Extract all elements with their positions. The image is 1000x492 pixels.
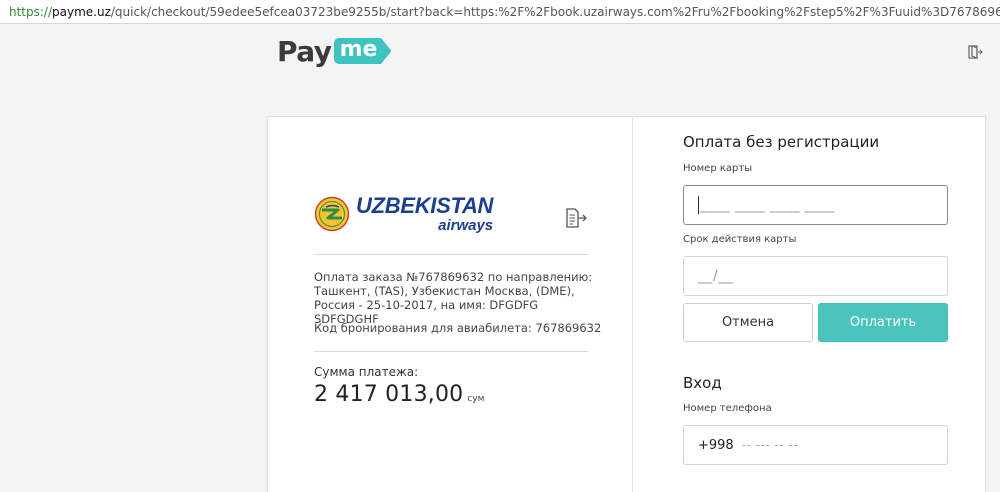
phone-input[interactable]: +998 -- --- -- -- [683, 425, 948, 465]
card-divider [632, 117, 633, 492]
order-divider-top [314, 254, 588, 255]
browser-address-bar[interactable]: https://payme.uz/quick/checkout/59edee5e… [0, 0, 1000, 24]
url-scheme: https:// [9, 4, 53, 19]
card-expiry-input[interactable]: __/__ [683, 256, 948, 296]
merchant-name-block: UZBEKISTAN airways [356, 193, 494, 234]
url-path: /quick/checkout/59edee5efcea03723be9255b… [110, 4, 1000, 19]
merchant-subname: airways [438, 217, 494, 234]
url-host: payme.uz [52, 4, 111, 19]
text-caret [698, 196, 699, 214]
form-title: Оплата без регистрации [683, 133, 880, 151]
card-expiry-placeholder: __/__ [698, 268, 734, 284]
card-expiry-label: Срок действия карты [683, 234, 797, 245]
card-number-placeholder: ____ ____ ____ ____ [700, 197, 835, 213]
card-number-label: Номер карты [683, 163, 753, 174]
payment-currency: сум [467, 394, 485, 404]
phone-placeholder: -- --- -- -- [741, 438, 799, 452]
merchant-logo: UZBEKISTAN airways [314, 195, 493, 233]
phone-label: Номер телефона [683, 403, 772, 414]
uzbekistan-airways-emblem-icon [314, 196, 350, 232]
checkout-card: UZBEKISTAN airways Оплата заказа №767869… [267, 116, 986, 492]
url-text: https://payme.uz/quick/checkout/59edee5e… [9, 5, 1000, 19]
merchant-name: UZBEKISTAN [356, 193, 494, 218]
login-title: Вход [683, 374, 722, 392]
logo-pay-text: Pay [277, 34, 332, 68]
phone-prefix: +998 [698, 437, 734, 453]
pay-button[interactable]: Оплатить [818, 303, 948, 342]
payment-sum-label: Сумма платежа: [314, 365, 419, 379]
payment-sum: 2 417 013,00 сум [314, 382, 484, 407]
logout-icon[interactable] [967, 44, 983, 60]
card-number-input[interactable]: ____ ____ ____ ____ [683, 185, 948, 225]
logo-me-text: me [333, 38, 392, 64]
cancel-button[interactable]: Отмена [683, 303, 813, 342]
receipt-export-icon[interactable] [564, 207, 588, 229]
order-description: Оплата заказа №767869632 по направлению:… [314, 270, 593, 326]
payment-sum-value: 2 417 013,00 [314, 382, 464, 407]
order-divider-bottom [314, 351, 588, 352]
payme-logo: Pay me [277, 33, 392, 69]
booking-code: Код бронирования для авиабилета: 7678696… [314, 321, 602, 335]
